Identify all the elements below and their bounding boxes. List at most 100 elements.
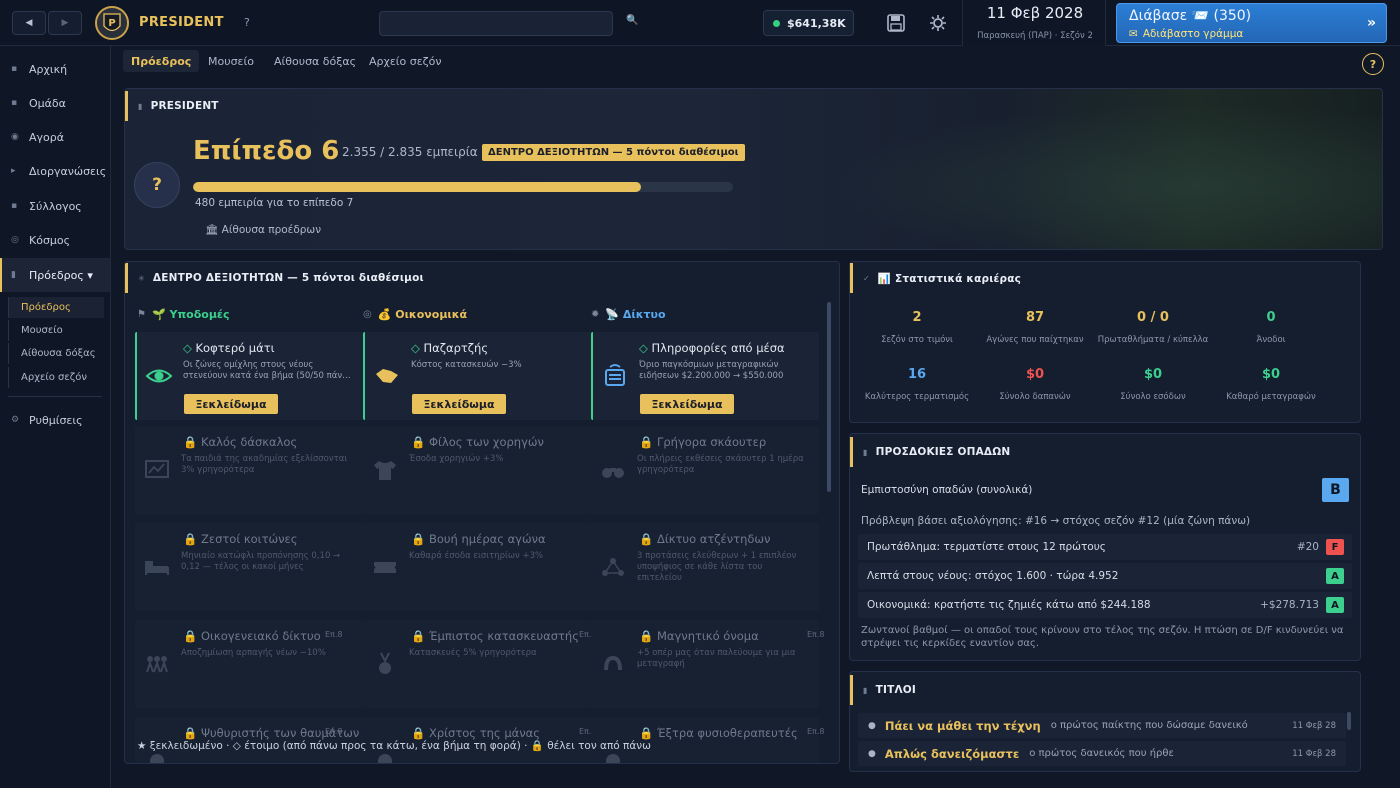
help-icon[interactable]: ? <box>244 16 250 29</box>
skill-node-description: Μηνιαίο κατώφλι προπόνησης 0,10 → 0,12 —… <box>181 551 341 572</box>
next-level-text: 480 εμπειρία για το επίπεδο 7 <box>195 197 354 209</box>
career-stat-value: 2 <box>912 310 922 325</box>
sidebar-item-home[interactable]: ▪ Αρχική <box>0 58 110 80</box>
career-stats-header: ✓ 📊 Στατιστικά καριέρας <box>850 263 1358 293</box>
title-row: ● Απλώς δανειζόμαστε ο πρώτος δανεικός που… <box>858 741 1346 766</box>
skill-node-title: 🔒 Φίλος των χορηγών <box>411 435 544 449</box>
skill-node-description: Οι ζώνες ομίχλης στους νέους στενεύουν κ… <box>183 360 351 381</box>
club-icon: ▪ <box>11 201 18 211</box>
skill-node[interactable]: 🔒 Μαγνητικό όνομα +5 οπέρ μας όταν παλεύο… <box>591 620 825 708</box>
top-bar: ◀ ▶ P PRESIDENT ? 🔍 $641,38K 11 Φεβ 2028… <box>0 0 1400 46</box>
skill-node[interactable]: 🔒 Έμπιστος κατασκευαστής Κατασκευές 5% γρ… <box>363 620 597 708</box>
president-hero-panel: ▮ PRESIDENT ? Επίπεδο 6 2.355 / 2.835 εμ… <box>124 88 1383 250</box>
current-date: 11 Φεβ 2028 <box>986 4 1084 22</box>
sidebar-item-world[interactable]: ◎ Κόσμος <box>0 229 110 251</box>
column-label: 📡 Δίκτυο <box>605 308 666 321</box>
career-stat: 0 / 0 Πρωταθλήματα / κύπελλα <box>1094 310 1212 345</box>
team-icon: ▪ <box>11 98 18 108</box>
forward-button[interactable]: ▶ <box>48 11 82 35</box>
tab-president[interactable]: Πρόεδρος <box>123 50 200 72</box>
fan-expectation-text: Πρωτάθλημα: τερματίστε στους 12 πρώτους <box>867 541 1106 553</box>
career-stat-value: 0 / 0 <box>1137 310 1169 325</box>
experience-progress-fill <box>193 182 642 192</box>
sidebar-sub-president[interactable]: Πρόεδρος <box>8 297 104 318</box>
skill-points-badge: ΔΕΝΤΡΟ ΔΕΞΙΟΤΗΤΩΝ — 5 πόντοι διαθέσιμοι <box>482 144 745 161</box>
skill-node[interactable]: 🔒 Δίκτυο ατζέντηδων 3 προτάσεις ελεύθερων… <box>591 523 819 611</box>
sidebar-item-club[interactable]: ▪ Σύλλογος <box>0 195 110 217</box>
skill-tree-header: ✳ ΔΕΝΤΡΟ ΔΕΞΙΟΤΗΤΩΝ — 5 πόντοι διαθέσιμο… <box>125 263 837 293</box>
title-row: ● Πάει να μάθει την τέχνη ο πρώτος παίκτης… <box>858 713 1346 738</box>
column-network: ✹ 📡 Δίκτυο <box>591 308 666 321</box>
fan-expectation-text: Οικονομικά: κρατήστε τις ζημιές κάτω από… <box>867 599 1151 611</box>
unread-letter-label: ✉ Αδιάβαστο γράμμα <box>1129 28 1243 40</box>
unlock-button[interactable]: Ξεκλείδωμα <box>412 394 506 414</box>
sidebar-item-market[interactable]: ◉ Αγορά <box>0 126 110 148</box>
date-subtitle: Παρασκευή (ΠΑΡ) · Σεζόν 2 <box>977 31 1093 41</box>
skill-node-title: ◇ Κοφτερό μάτι <box>183 341 275 355</box>
network-icon <box>602 558 624 576</box>
sidebar-item-competitions[interactable]: ▸ Διοργανώσεις <box>0 160 110 182</box>
sidebar-sub-season-archive[interactable]: Αρχείο σεζόν <box>8 367 104 388</box>
fan-expectation-value: +$278.713 <box>1260 599 1319 611</box>
search-icon[interactable]: 🔍 <box>626 15 638 26</box>
tab-museum[interactable]: Μουσείο <box>200 50 262 72</box>
skill-tree-panel: ✳ ΔΕΝΤΡΟ ΔΕΞΙΟΤΗΤΩΝ — 5 πόντοι διαθέσιμο… <box>124 261 840 764</box>
sidebar-item-label: Ομάδα <box>29 96 66 110</box>
skill-node[interactable]: ◇ Κοφτερό μάτι Οι ζώνες ομίχλης στους νέο… <box>135 332 363 420</box>
fan-expectation-grade: F <box>1326 539 1344 555</box>
skill-node[interactable]: 🔒 Βουή ημέρας αγώνα Καθαρά έσοδα εισιτηρί… <box>363 523 591 611</box>
save-icon[interactable] <box>886 13 906 33</box>
skill-node[interactable]: 🔒 Οικογενειακό δίκτυο Αποζημίωση αρπαγής … <box>135 620 363 708</box>
medal-icon: ● <box>868 748 876 759</box>
level-title: Επίπεδο 6 <box>193 136 340 166</box>
settings-wrench-icon[interactable] <box>928 13 948 33</box>
tab-hall-of-fame[interactable]: Αίθουσα δόξας <box>266 50 364 72</box>
title-date: 11 Φεβ 28 <box>1292 720 1336 731</box>
unlock-button[interactable]: Ξεκλείδωμα <box>184 394 278 414</box>
skill-node-level-tag: Επ.8 <box>325 630 343 639</box>
date-panel: 11 Φεβ 2028 Παρασκευή (ΠΑΡ) · Σεζόν 2 <box>962 0 1106 46</box>
skill-node[interactable]: 🔒 Φίλος των χορηγών Έσοδα χορηγιών +3% <box>363 426 591 514</box>
title-description: ο πρώτος παίκτης που δώσαμε δανεικό <box>1050 720 1248 731</box>
sidebar-item-label: Πρόεδρος ▾ <box>29 268 93 282</box>
sidebar-sub-hall-of-fame[interactable]: Αίθουσα δόξας <box>8 343 104 364</box>
skill-node-title: 🔒 Μαγνητικό όνομα <box>639 629 759 643</box>
skill-node[interactable]: 🔒 Ζεστοί κοιτώνες Μηνιαίο κατώφλι προπόνη… <box>135 523 363 611</box>
experience-value: 2.355 / 2.835 εμπειρία <box>342 145 478 159</box>
career-stat: $0 Σύνολο εσόδων <box>1094 367 1212 402</box>
skill-node-title: 🔒 Βουή ημέρας αγώνα <box>411 532 546 546</box>
flag-icon: ▮ <box>863 447 868 457</box>
skill-node-description: Αποζημίωση αρπαγής νέων −10% <box>181 648 326 658</box>
svg-text:P: P <box>108 18 115 29</box>
tab-season-archive[interactable]: Αρχείο σεζόν <box>361 50 450 72</box>
titles-title: ΤΙΤΛΟΙ <box>875 684 916 696</box>
president-icon: ▮ <box>138 101 143 111</box>
skill-node-title: 🔒 Οικογενειακό δίκτυο <box>183 629 321 643</box>
skill-node[interactable]: 🔒 Γρήγορα σκάουτερ Οι πλήρεις εκθέσεις σκ… <box>591 426 819 514</box>
fan-expectation-row: Οικονομικά: κρατήστε τις ζημιές κάτω από… <box>858 592 1352 618</box>
chalkboard-icon <box>145 460 169 478</box>
sidebar-item-president[interactable]: ▮ Πρόεδρος ▾ <box>0 258 110 292</box>
skill-node[interactable]: ◇ Παζαρτζής Κόστος κατασκευών −3% Ξεκλείδω… <box>363 332 591 420</box>
tree-scrollbar[interactable] <box>827 302 831 492</box>
titles-scrollbar[interactable] <box>1347 712 1351 730</box>
ticket-icon <box>374 562 396 573</box>
skill-node[interactable]: 🔒 Καλός δάσκαλος Τα παιδιά της ακαδημίας … <box>135 426 363 514</box>
search-input[interactable] <box>379 11 613 36</box>
medal-icon: ▮ <box>863 685 868 695</box>
career-stat-label: Άνοδοι <box>1256 335 1286 345</box>
envelope-icon: ✉ <box>1129 28 1138 40</box>
advance-chevron-icon[interactable]: » <box>1367 15 1376 31</box>
unlock-button[interactable]: Ξεκλείδωμα <box>640 394 734 414</box>
presidents-hall-link[interactable]: 🏛 Αίθουσα προέδρων <box>205 223 321 236</box>
skill-node[interactable]: ◇ Πληροφορίες από μέσα Όριο παγκόσμιων με… <box>591 332 819 420</box>
sidebar-sub-museum[interactable]: Μουσείο <box>8 320 104 341</box>
career-stat: $0 Σύνολο δαπανών <box>976 367 1094 402</box>
fan-expectations-title: ΠΡΟΣΔΟΚΙΕΣ ΟΠΑΔΩΝ <box>875 446 1011 458</box>
sidebar-item-settings[interactable]: ⚙ Ρυθμίσεις <box>0 409 110 431</box>
sidebar-item-team[interactable]: ▪ Ομάδα <box>0 92 110 114</box>
read-mail-button[interactable]: Διάβασε 📨 (350) ✉ Αδιάβαστο γράμμα » <box>1116 3 1387 43</box>
help-circle-icon[interactable]: ? <box>1362 53 1384 75</box>
career-stat: 87 Αγώνες που παίχτηκαν <box>976 310 1094 345</box>
back-button[interactable]: ◀ <box>12 11 46 35</box>
